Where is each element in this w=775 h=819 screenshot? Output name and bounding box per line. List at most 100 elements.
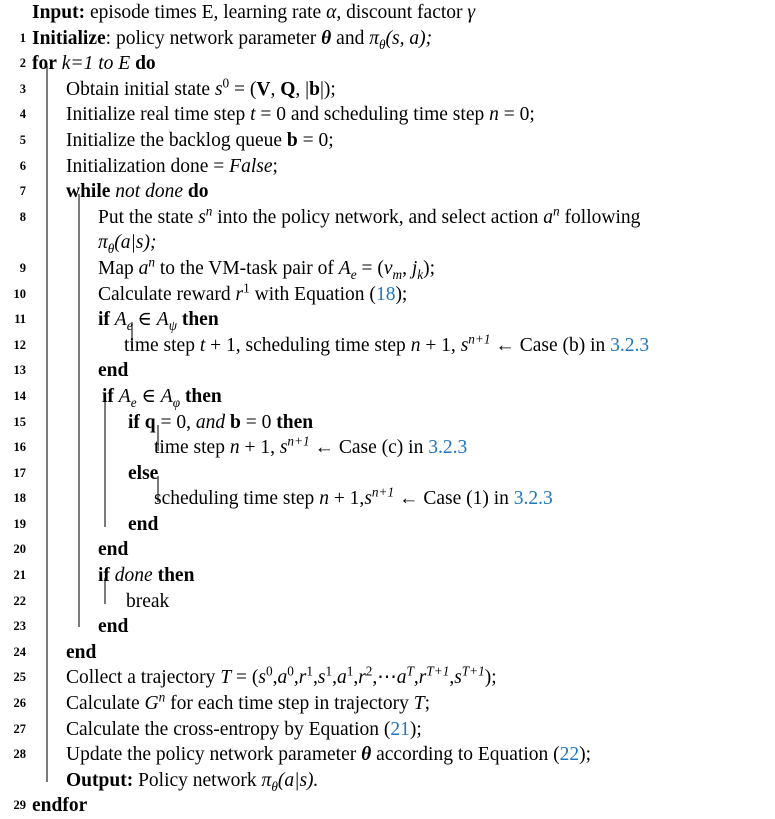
- traj-sT-sup: T+1: [461, 663, 485, 679]
- done-var: done: [114, 565, 153, 587]
- line-number: 15: [13, 414, 27, 429]
- line-number: 8: [19, 209, 26, 224]
- algorithm-line-23: 23 end: [0, 614, 775, 640]
- policy-pi-expr: πθ(a|s).: [262, 769, 319, 793]
- l16-text-a: time step: [154, 437, 230, 459]
- line-content: endfor: [26, 793, 775, 819]
- end-keyword: end: [128, 513, 159, 535]
- l12-arrow-text: ← Case (b) in: [490, 334, 611, 356]
- algorithm-line-14: 14 if Ae ∈ Aφ then: [0, 384, 775, 410]
- l18-text-a: scheduling time step: [154, 488, 320, 510]
- l8-text-c: following: [559, 206, 641, 228]
- not-keyword: not: [115, 181, 141, 203]
- end-keyword: end: [98, 539, 129, 561]
- l28-text-a: Update the policy network parameter: [66, 744, 362, 766]
- output-keyword: Output:: [66, 769, 134, 791]
- line-number: 1: [19, 30, 26, 45]
- input-text-a: episode times E, learning rate: [85, 2, 327, 23]
- initialize-keyword: Initialize: [32, 27, 106, 49]
- line-content: Put the state s n into the policy network…: [26, 203, 775, 256]
- line-number: 16: [13, 440, 27, 455]
- if-keyword: if: [98, 309, 110, 331]
- line-number: 13: [13, 363, 27, 378]
- input-text-b: , discount factor: [336, 2, 468, 23]
- action-set-A-psi: A: [156, 309, 169, 331]
- line-number: 26: [13, 696, 27, 711]
- pi-args: (a|s).: [277, 769, 319, 791]
- then-keyword: then: [184, 385, 222, 407]
- l27-text-a: Calculate the cross-entropy by Equation …: [66, 718, 391, 740]
- line-content: scheduling time step n + 1,sn+1 ← Case (…: [26, 486, 775, 512]
- for-keyword: for: [32, 53, 57, 75]
- equation-ref-21[interactable]: 21: [390, 719, 410, 740]
- traj-s0-sup: 0: [266, 663, 273, 679]
- line-number: 3: [19, 81, 26, 96]
- l15-eq2: = 0: [240, 411, 277, 433]
- algorithm-line-13: 13 end: [0, 358, 775, 384]
- l16-text-b: + 1,: [239, 437, 280, 459]
- l4-text-b: = 0 and scheduling time step: [255, 104, 490, 126]
- while-keyword: while: [66, 181, 111, 203]
- traj-a0-sup: 0: [287, 663, 294, 679]
- line-number: 24: [13, 644, 27, 659]
- vector-V: V: [256, 78, 271, 100]
- algorithm-line-28: 28 Update the policy network parameter θ…: [0, 742, 775, 768]
- if-keyword: if: [102, 385, 114, 407]
- line-content: Calculate reward r1 with Equation (18);: [26, 280, 775, 308]
- line-content: else: [26, 461, 775, 487]
- else-keyword: else: [128, 462, 159, 484]
- action-superscript-n: n: [553, 203, 560, 219]
- l9-eq: = (: [356, 257, 384, 279]
- traj-rT-sup: T+1: [426, 663, 450, 679]
- backlog-b: b: [230, 411, 241, 433]
- theta-symbol: θ: [321, 27, 332, 49]
- state-s: s: [364, 488, 372, 510]
- l9-text-b: to the VM-task pair of: [155, 257, 339, 279]
- gamma-symbol: γ: [467, 2, 476, 23]
- algorithm-line-27: 27 Calculate the cross-entropy by Equati…: [0, 717, 775, 743]
- do-keyword: do: [135, 53, 156, 75]
- l27-end: );: [409, 718, 422, 740]
- pi-args: (s, a);: [385, 27, 433, 49]
- equation-ref-22[interactable]: 22: [560, 744, 580, 765]
- psi-subscript: ψ: [168, 318, 177, 334]
- line-content: Collect a trajectory T = (s0,a0,r1,s1,a1…: [26, 665, 775, 691]
- element-of-operator: ∈: [132, 309, 157, 331]
- sched-var-n: n: [229, 437, 240, 459]
- line-number: 29: [13, 798, 27, 813]
- l25-eq: = (: [231, 667, 259, 689]
- line-content: end: [26, 358, 775, 384]
- traj-sT: s: [454, 667, 462, 689]
- pi-symbol: π: [98, 232, 108, 254]
- line-content: for k=1 to E do: [26, 51, 775, 77]
- section-ref-323[interactable]: 3.2.3: [428, 437, 467, 458]
- algorithm-line-8: 8 Put the state s n into the policy netwo…: [0, 203, 775, 256]
- equation-ref-18[interactable]: 18: [376, 284, 396, 305]
- line-content: Initialization done = False;: [26, 154, 775, 180]
- section-ref-323[interactable]: 3.2.3: [610, 335, 649, 356]
- traj-s0: s: [258, 667, 267, 689]
- line-number: 10: [13, 286, 27, 301]
- state-superscript-n-plus-1: n+1: [371, 484, 395, 500]
- vector-b: b: [309, 78, 320, 100]
- l28-end: );: [579, 744, 592, 766]
- line-content: while not done do: [26, 179, 775, 205]
- trajectory-T: T: [220, 667, 232, 689]
- l26-end: ;: [424, 693, 431, 715]
- line-number: 20: [13, 542, 27, 557]
- vector-Q: Q: [280, 78, 296, 100]
- done-var: done: [145, 181, 183, 203]
- if-keyword: if: [98, 565, 110, 587]
- algorithm-line-5: 5 Initialize the backlog queue b = 0;: [0, 128, 775, 154]
- policy-pi-expr: πθ(a|s);: [98, 232, 156, 255]
- then-keyword: then: [181, 309, 219, 331]
- l5-end: = 0;: [297, 129, 334, 151]
- theta-symbol: θ: [361, 744, 372, 766]
- section-ref-323[interactable]: 3.2.3: [514, 488, 553, 509]
- reward-superscript: 1: [243, 280, 250, 296]
- traj-aT-sup: T: [406, 663, 414, 679]
- algorithm-line-11: 11 if Ae ∈ Aψ then: [0, 307, 775, 333]
- algorithm-line-input: Input: episode times E, learning rate α,…: [0, 0, 775, 26]
- end-keyword: end: [98, 360, 129, 382]
- algorithm-line-10: 10 Calculate reward r1 with Equation (18…: [0, 280, 775, 308]
